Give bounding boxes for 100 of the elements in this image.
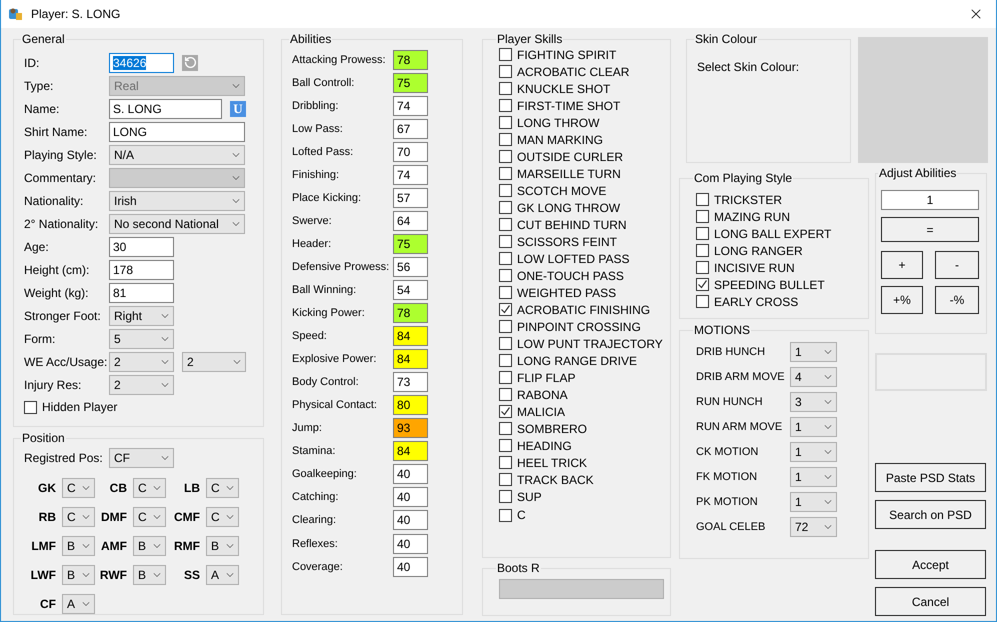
checkbox[interactable]: [696, 193, 709, 206]
adjust-button[interactable]: -: [935, 251, 979, 279]
dropdown[interactable]: C: [133, 506, 166, 526]
text-field[interactable]: 30: [109, 236, 174, 256]
dropdown[interactable]: Right: [109, 306, 174, 326]
dropdown[interactable]: CF: [109, 448, 174, 468]
checkbox[interactable]: [499, 405, 512, 418]
adjust-button[interactable]: +%: [881, 286, 923, 314]
dropdown[interactable]: C: [206, 506, 239, 526]
ability-field[interactable]: 40: [393, 510, 428, 530]
dropdown[interactable]: 2: [182, 352, 246, 372]
ability-field[interactable]: 40: [393, 556, 428, 577]
dropdown[interactable]: 72: [790, 516, 837, 536]
checkbox[interactable]: [499, 354, 512, 367]
checkbox[interactable]: [499, 133, 512, 146]
checkbox[interactable]: [499, 167, 512, 180]
checkbox[interactable]: [499, 235, 512, 248]
dropdown[interactable]: 1: [790, 492, 837, 512]
checkbox[interactable]: [696, 278, 709, 291]
checkbox[interactable]: [499, 422, 512, 435]
dropdown[interactable]: B: [206, 536, 239, 556]
ability-field[interactable]: 64: [393, 210, 428, 231]
dropdown[interactable]: C: [206, 478, 239, 498]
ability-field[interactable]: 56: [393, 256, 428, 277]
checkbox[interactable]: [499, 150, 512, 163]
dropdown[interactable]: B: [133, 564, 166, 584]
dropdown[interactable]: C: [133, 478, 166, 498]
ability-field[interactable]: 40: [393, 487, 428, 508]
checkbox[interactable]: [499, 371, 512, 384]
checkbox[interactable]: [696, 261, 709, 274]
dropdown[interactable]: 1: [790, 342, 837, 362]
dropdown[interactable]: 1: [790, 466, 837, 486]
dropdown[interactable]: Irish: [109, 190, 245, 210]
id-field[interactable]: 34626: [109, 52, 174, 72]
checkbox[interactable]: [499, 82, 512, 95]
ability-field[interactable]: 74: [393, 96, 428, 116]
checkbox[interactable]: [499, 473, 512, 486]
dropdown[interactable]: A: [206, 564, 239, 584]
ability-field[interactable]: 67: [393, 118, 428, 139]
dropdown[interactable]: 1: [790, 442, 837, 462]
ability-field[interactable]: 40: [393, 464, 428, 484]
ability-field[interactable]: 80: [393, 395, 428, 416]
ability-field[interactable]: 84: [393, 326, 428, 346]
ability-field[interactable]: 93: [393, 418, 428, 438]
dropdown[interactable]: C: [62, 506, 95, 526]
ability-field[interactable]: 40: [393, 534, 428, 554]
equals-button[interactable]: =: [881, 217, 979, 242]
text-field[interactable]: LONG: [109, 122, 245, 142]
checkbox[interactable]: [24, 400, 37, 414]
ability-field[interactable]: 70: [393, 142, 428, 162]
action-button[interactable]: Search on PSD: [875, 500, 986, 529]
dropdown[interactable]: 2: [109, 374, 174, 394]
checkbox[interactable]: [499, 201, 512, 214]
checkbox[interactable]: [499, 65, 512, 78]
checkbox[interactable]: [696, 244, 709, 257]
adjust-field[interactable]: 1: [881, 190, 979, 210]
dropdown[interactable]: No second National: [109, 214, 245, 234]
checkbox[interactable]: [499, 439, 512, 452]
dropdown[interactable]: 5: [109, 328, 174, 348]
action-button[interactable]: Paste PSD Stats: [875, 463, 986, 492]
checkbox[interactable]: [499, 99, 512, 112]
dropdown[interactable]: 3: [790, 392, 837, 412]
ability-field[interactable]: 57: [393, 188, 428, 208]
dropdown[interactable]: 2: [109, 352, 174, 372]
checkbox[interactable]: [499, 320, 512, 333]
checkbox[interactable]: [499, 48, 512, 61]
name-field[interactable]: S. LONG: [109, 98, 222, 118]
dropdown[interactable]: C: [62, 478, 95, 498]
ability-field[interactable]: 84: [393, 349, 428, 370]
text-field[interactable]: 81: [109, 282, 174, 302]
ability-field[interactable]: 73: [393, 372, 428, 392]
ability-field[interactable]: 74: [393, 164, 428, 185]
checkbox[interactable]: [499, 252, 512, 265]
text-field[interactable]: 178: [109, 260, 174, 280]
adjust-button[interactable]: -%: [935, 286, 979, 314]
dropdown[interactable]: 4: [790, 366, 837, 386]
ability-field[interactable]: 75: [393, 234, 428, 254]
checkbox[interactable]: [499, 456, 512, 469]
dropdown[interactable]: 1: [790, 416, 837, 436]
dropdown[interactable]: N/A: [109, 144, 245, 164]
dropdown[interactable]: B: [62, 564, 95, 584]
checkbox[interactable]: [499, 269, 512, 282]
dropdown[interactable]: A: [62, 594, 95, 614]
checkbox[interactable]: [696, 210, 709, 223]
checkbox[interactable]: [499, 303, 512, 316]
ability-field[interactable]: 75: [393, 72, 428, 93]
ability-field[interactable]: 78: [393, 50, 428, 70]
action-button[interactable]: Cancel: [875, 587, 986, 616]
checkbox[interactable]: [499, 184, 512, 197]
checkbox[interactable]: [499, 490, 512, 503]
checkbox[interactable]: [499, 218, 512, 231]
ability-field[interactable]: 54: [393, 280, 428, 300]
checkbox[interactable]: [499, 116, 512, 129]
checkbox[interactable]: [499, 388, 512, 401]
ability-field[interactable]: 78: [393, 303, 428, 324]
ability-field[interactable]: 84: [393, 441, 428, 462]
checkbox[interactable]: [499, 508, 512, 522]
dropdown[interactable]: B: [133, 536, 166, 556]
dropdown[interactable]: B: [62, 536, 95, 556]
action-button[interactable]: Accept: [875, 550, 986, 579]
